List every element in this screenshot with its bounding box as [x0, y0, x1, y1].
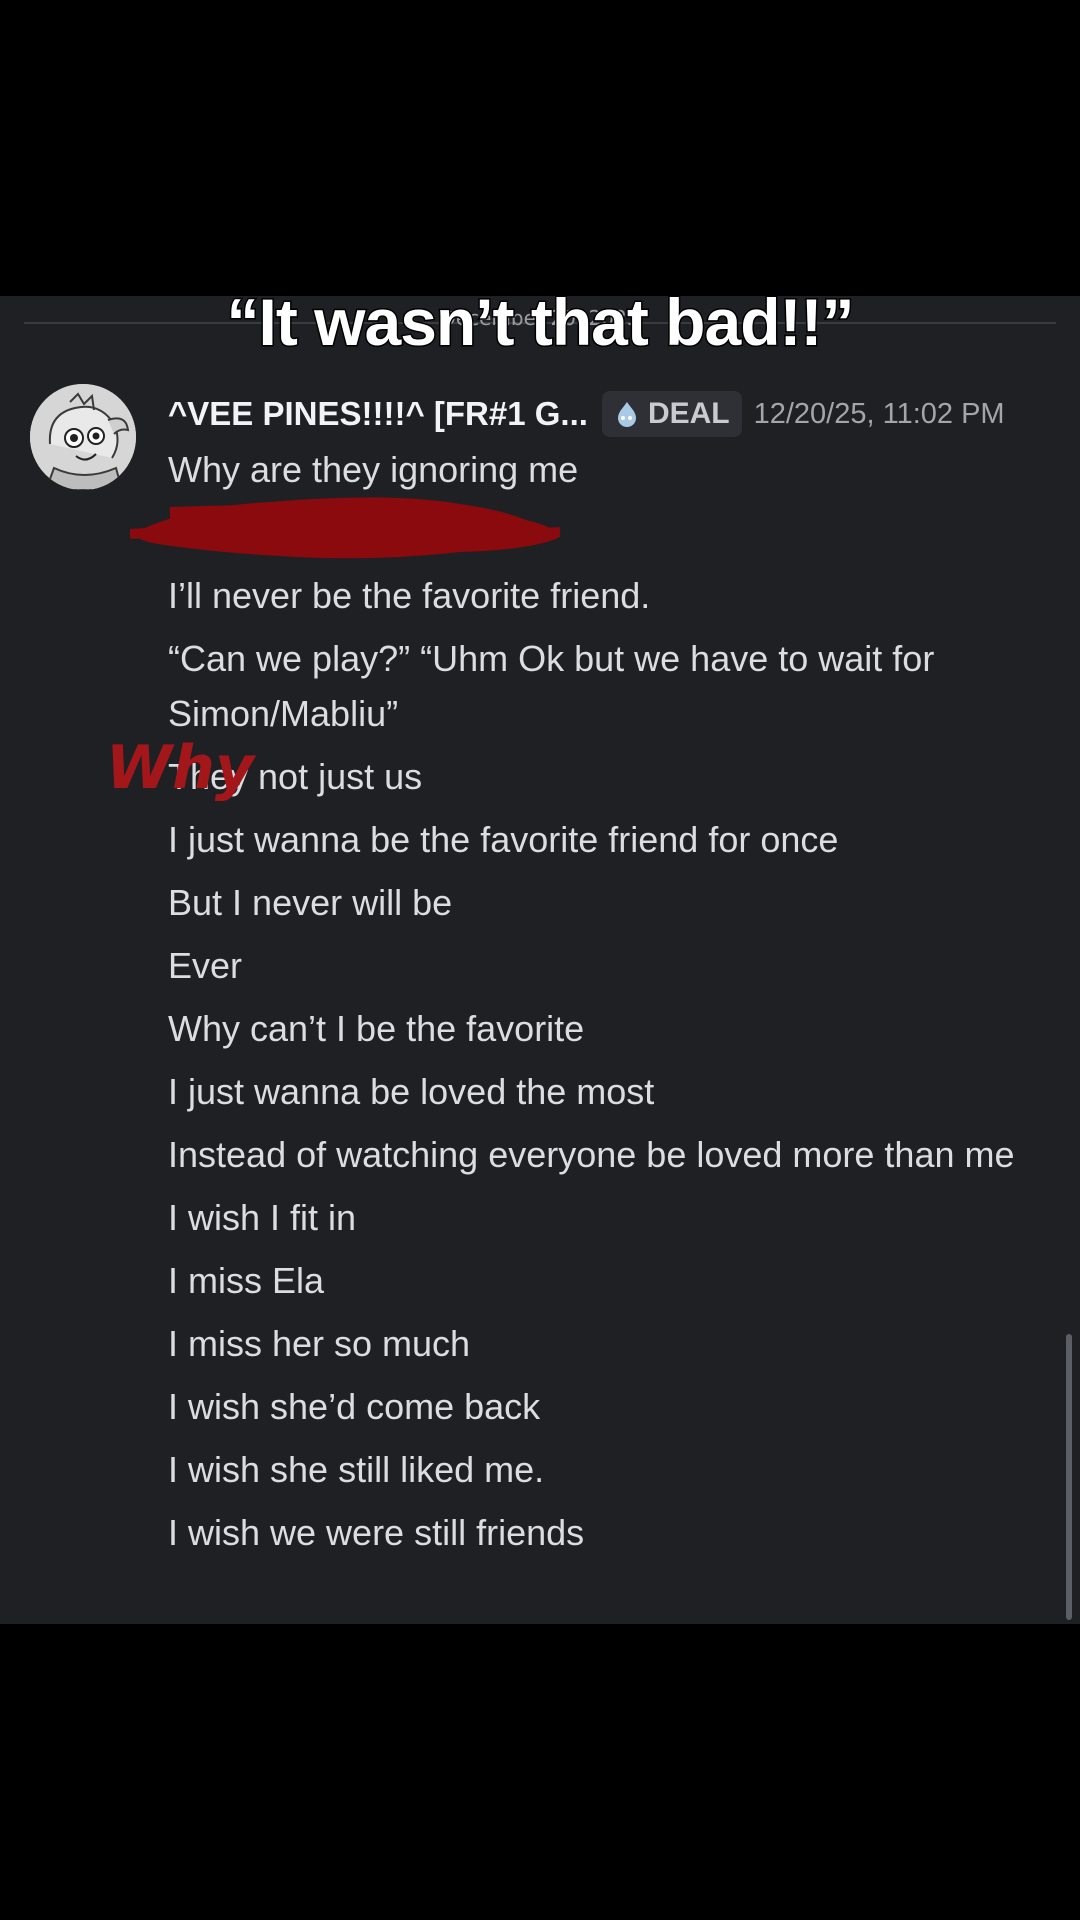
scrollbar[interactable]: [1066, 1334, 1072, 1620]
message-timestamp: 12/20/25, 11:02 PM: [753, 397, 1005, 430]
message-line: “Can we play?” “Uhm Ok but we have to wa…: [168, 638, 935, 734]
message-line: I wish I fit in: [168, 1197, 357, 1238]
message-line: I just wanna be loved the most: [168, 1071, 655, 1112]
message-line: Ever: [168, 945, 243, 986]
message-line: They not just us: [168, 756, 423, 797]
message-line: I just wanna be the favorite friend for …: [168, 819, 839, 860]
video-caption: “It wasn’t that bad!!”: [225, 284, 856, 361]
message-line: I wish we were still friends: [168, 1512, 585, 1553]
message-line: I wish she still liked me.: [168, 1449, 545, 1490]
message-body: Why are they ignoring me I feel like I’l…: [168, 442, 1048, 1568]
message-line: I miss her so much: [168, 1323, 471, 1364]
message-line: I feel like: [168, 512, 311, 553]
username[interactable]: ^VEE PINES!!!!^ [FR#1 G...: [168, 395, 588, 433]
message-line: Instead of watching everyone be loved mo…: [168, 1134, 1015, 1175]
message-line: Why can’t I be the favorite: [168, 1008, 585, 1049]
message-header: ^VEE PINES!!!!^ [FR#1 G... DEAL 12/20/25…: [168, 390, 1005, 438]
server-tag-label: DEAL: [647, 397, 730, 430]
avatar-drawing: [30, 384, 136, 490]
drop-icon: [617, 402, 636, 427]
message-line: But I never will be: [168, 882, 453, 923]
message-line: I’ll never be the favorite friend.: [168, 575, 651, 616]
message-line: I wish she’d come back: [168, 1386, 541, 1427]
message-line: Why are they ignoring me: [168, 449, 579, 490]
server-tag-badge[interactable]: DEAL: [601, 391, 742, 437]
user-avatar[interactable]: [30, 384, 136, 490]
message-line: I miss Ela: [168, 1260, 325, 1301]
